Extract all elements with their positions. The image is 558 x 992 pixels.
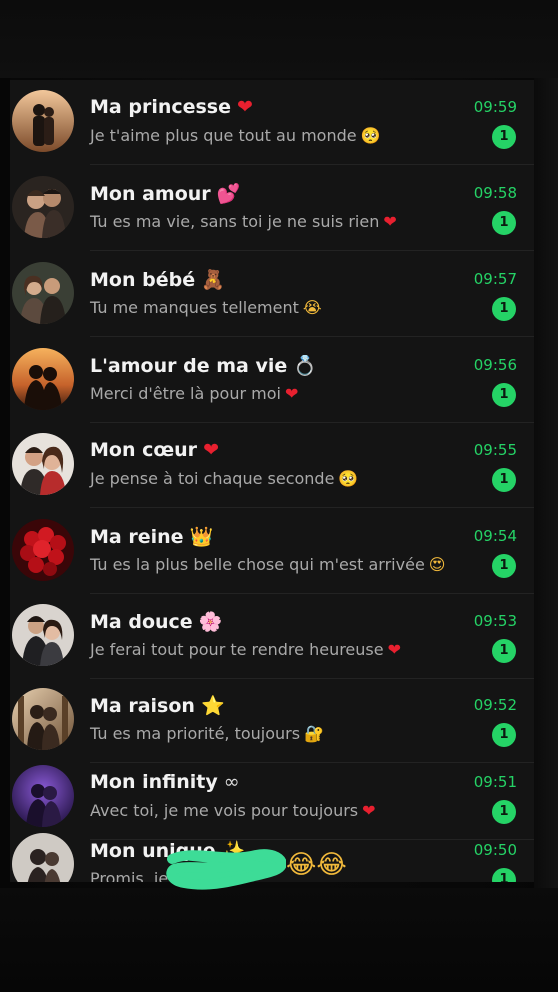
chat-row[interactable]: Ma princesse ❤ Je t'aime plus que tout au… [10, 80, 534, 165]
top-bar-blurred [0, 0, 558, 78]
chat-row[interactable]: Ma douce 🌸 Je ferai tout pour te rendre h… [10, 594, 534, 679]
avatar-photo [12, 833, 74, 882]
screen: Ma princesse ❤ Je t'aime plus que tout au… [0, 0, 558, 992]
chat-row[interactable]: Mon bébé 🧸 Tu me manques tellement 😭 09:57… [10, 252, 534, 337]
avatar[interactable] [12, 765, 74, 827]
timestamp: 09:50 [473, 841, 517, 859]
message-preview: Je pense à toi chaque seconde 🥺 [90, 469, 359, 488]
unread-badge: 1 [492, 383, 516, 407]
unread-badge: 1 [492, 639, 516, 663]
locked-with-key-icon: 🔐 [304, 724, 325, 743]
bottom-bar-blurred [0, 888, 558, 992]
teddy-bear-icon: 🧸 [201, 269, 225, 291]
message-preview: Merci d'être là pour moi ❤ [90, 384, 299, 403]
crying-face-icon: 😭 [302, 298, 322, 317]
timestamp: 09:55 [473, 441, 517, 459]
contact-name: Ma raison ⭐ [90, 695, 225, 717]
chat-list[interactable]: Ma princesse ❤ Je t'aime plus que tout au… [10, 80, 534, 882]
cherry-blossom-icon: 🌸 [198, 611, 223, 633]
message-preview: Tu es ma vie, sans toi je ne suis rien ❤ [90, 212, 397, 231]
tears-of-joy-face-icon: 😂😂 [286, 850, 347, 880]
timestamp: 09:58 [473, 184, 517, 202]
chat-row[interactable]: Mon cœur ❤ Je pense à toi chaque seconde 🥺… [10, 423, 534, 508]
ring-icon: 💍 [293, 355, 317, 377]
unread-badge: 1 [492, 723, 516, 747]
avatar-photo [12, 262, 74, 324]
contact-name: Mon infinity ∞ [90, 771, 240, 793]
avatar[interactable] [12, 833, 74, 882]
red-heart-icon: ❤ [362, 801, 376, 820]
contact-name: Mon cœur ❤ [90, 439, 219, 461]
avatar[interactable] [12, 90, 74, 152]
timestamp: 09:59 [473, 98, 517, 116]
unread-badge: 1 [492, 297, 516, 321]
contact-name: Ma douce 🌸 [90, 611, 223, 633]
red-heart-icon: ❤ [203, 439, 219, 461]
unread-badge: 1 [492, 800, 516, 824]
timestamp: 09:56 [473, 356, 517, 374]
red-heart-icon: ❤ [387, 640, 401, 659]
avatar-photo [12, 604, 74, 666]
redaction-scribble [166, 849, 286, 890]
chat-row[interactable]: Ma raison ⭐ Tu es ma priorité, toujours 🔐 … [10, 678, 534, 763]
star-icon: ⭐ [200, 695, 225, 717]
avatar[interactable] [12, 604, 74, 666]
avatar-photo [12, 433, 74, 495]
avatar-photo [12, 176, 74, 238]
red-heart-icon: ❤ [237, 96, 253, 118]
infinity-icon: ∞ [223, 771, 240, 793]
contact-name: Mon amour 💕 [90, 183, 241, 205]
unread-badge: 1 [492, 468, 516, 492]
unread-badge: 1 [492, 868, 516, 882]
message-preview: Tu me manques tellement 😭 [90, 298, 322, 317]
pleading-face-icon: 🥺 [338, 469, 359, 488]
message-preview: Tu es ma priorité, toujours 🔐 [90, 724, 325, 743]
message-preview: Je t'aime plus que tout au monde 🥺 [90, 126, 381, 145]
contact-name: Ma princesse ❤ [90, 96, 253, 118]
red-heart-icon: ❤ [383, 212, 397, 231]
contact-name: Ma reine 👑 [90, 526, 214, 548]
message-preview: Tu es la plus belle chose qui m'est arri… [90, 555, 446, 574]
timestamp: 09:57 [473, 270, 517, 288]
pleading-face-icon: 🥺 [360, 126, 381, 145]
chat-row[interactable]: Ma reine 👑 Tu es la plus belle chose qui … [10, 509, 534, 594]
divider [90, 250, 534, 251]
message-preview: Avec toi, je me vois pour toujours ❤ [90, 801, 376, 820]
avatar[interactable] [12, 688, 74, 750]
heart-eyes-face-icon: 😍 [428, 555, 446, 574]
chat-row[interactable]: Mon amour 💕 Tu es ma vie, sans toi je ne … [10, 166, 534, 251]
avatar-photo [12, 90, 74, 152]
message-preview: Je ferai tout pour te rendre heureuse ❤ [90, 640, 401, 659]
timestamp: 09:51 [473, 773, 517, 791]
message-preview: Promis, je [90, 869, 169, 882]
avatar[interactable] [12, 176, 74, 238]
avatar[interactable] [12, 519, 74, 581]
divider [90, 164, 534, 165]
unread-badge: 1 [492, 211, 516, 235]
timestamp: 09:53 [473, 612, 517, 630]
avatar-photo [12, 348, 74, 410]
avatar-photo [12, 519, 74, 581]
red-heart-icon: ❤ [284, 384, 299, 403]
avatar[interactable] [12, 348, 74, 410]
timestamp: 09:52 [473, 696, 517, 714]
avatar[interactable] [12, 433, 74, 495]
two-hearts-icon: 💕 [216, 183, 241, 205]
avatar-photo [12, 688, 74, 750]
divider [90, 507, 534, 508]
avatar-photo [12, 765, 74, 827]
crown-icon: 👑 [189, 526, 214, 548]
avatar[interactable] [12, 262, 74, 324]
timestamp: 09:54 [473, 527, 517, 545]
chat-row[interactable]: L'amour de ma vie 💍 Merci d'être là pour … [10, 338, 534, 423]
overlay-emojis: 😂😂 [286, 850, 347, 880]
divider [90, 336, 534, 337]
unread-badge: 1 [492, 125, 516, 149]
contact-name: Mon bébé 🧸 [90, 269, 225, 291]
unread-badge: 1 [492, 554, 516, 578]
right-edge [534, 78, 558, 888]
contact-name: L'amour de ma vie 💍 [90, 355, 317, 377]
left-edge [0, 78, 10, 888]
